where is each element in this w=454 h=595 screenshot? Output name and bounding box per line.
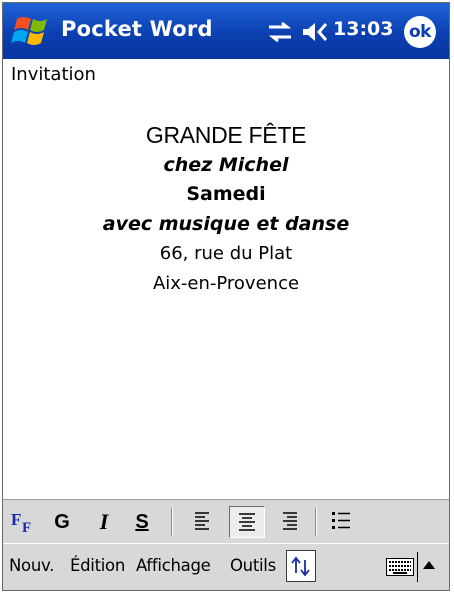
input-panel-divider	[417, 552, 418, 582]
align-center-icon	[239, 513, 255, 531]
document-area[interactable]: Invitation GRANDE FÊTE chez Michel Samed…	[3, 59, 449, 499]
doc-line-city: Aix-en-Provence	[152, 272, 300, 294]
ok-button[interactable]: ok	[404, 16, 436, 48]
volume-icon[interactable]	[300, 20, 330, 44]
toolbar-separator	[315, 508, 317, 536]
input-panel-arrow-icon[interactable]	[423, 561, 435, 569]
connectivity-icon[interactable]	[265, 21, 295, 43]
align-right-button[interactable]	[273, 506, 305, 538]
clock[interactable]: 13:03	[333, 18, 393, 40]
windows-start-icon[interactable]	[11, 13, 51, 49]
doc-line-host: chez Michel	[163, 153, 289, 176]
bold-button[interactable]: G	[47, 506, 77, 538]
doc-line-title: GRANDE FÊTE	[145, 122, 307, 148]
align-center-button[interactable]	[229, 506, 265, 538]
italic-button[interactable]: I	[89, 506, 119, 538]
doc-line-day: Samedi	[186, 183, 266, 205]
align-right-icon	[283, 512, 297, 530]
menu-edit[interactable]: Édition	[70, 556, 125, 575]
svg-text:F: F	[11, 510, 21, 529]
app-title: Pocket Word	[61, 17, 213, 41]
document-body[interactable]: GRANDE FÊTE chez Michel Samedi avec musi…	[3, 121, 449, 298]
bullets-icon	[332, 512, 350, 529]
up-down-arrows-icon	[291, 556, 310, 577]
title-bar: Pocket Word 13:03 ok	[3, 3, 449, 59]
menu-new[interactable]: Nouv.	[9, 556, 54, 575]
underline-button[interactable]: S	[127, 506, 157, 538]
svg-text:F: F	[22, 520, 31, 534]
menu-tools[interactable]: Outils	[230, 556, 276, 575]
document-name: Invitation	[11, 64, 96, 85]
menu-view[interactable]: Affichage	[136, 556, 211, 575]
toolbar-separator	[171, 508, 173, 536]
pocket-pc-screen: Pocket Word 13:03 ok Invitation GRANDE F…	[2, 2, 450, 591]
align-left-button[interactable]	[187, 506, 219, 538]
font-button[interactable]: F F	[7, 506, 41, 538]
menu-bar: Nouv. Édition Affichage Outils	[3, 543, 449, 590]
doc-line-music: avec musique et danse	[102, 212, 350, 235]
align-left-icon	[195, 512, 209, 530]
format-toolbar: F F G I S	[3, 499, 449, 543]
doc-line-street: 66, rue du Plat	[159, 243, 293, 264]
bullets-button[interactable]	[325, 506, 357, 538]
underline-label: S	[135, 511, 149, 533]
toolbar-toggle-button[interactable]	[286, 550, 316, 582]
keyboard-icon[interactable]	[386, 558, 414, 576]
font-icon: F F	[11, 510, 31, 534]
